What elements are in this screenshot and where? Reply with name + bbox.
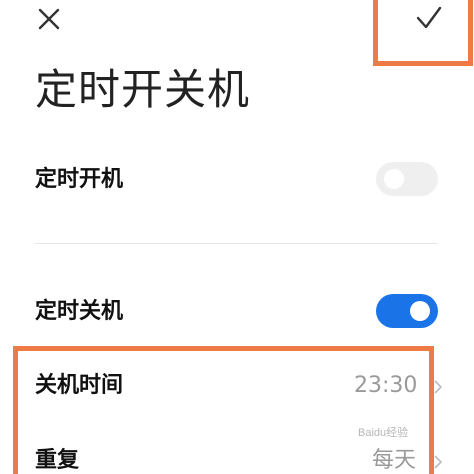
- close-button[interactable]: [30, 4, 70, 36]
- toggle-knob: [384, 169, 404, 189]
- scheduled-power-on-toggle[interactable]: [376, 162, 438, 196]
- page-title: 定时开关机: [35, 65, 251, 114]
- scheduled-power-off-label: 定时关机: [35, 299, 124, 324]
- watermark: Baidu经验: [358, 427, 409, 439]
- check-icon: [416, 6, 442, 29]
- repeat-label[interactable]: 重复: [35, 446, 79, 474]
- shutdown-time-label[interactable]: 关机时间: [35, 371, 123, 401]
- divider: [35, 243, 438, 244]
- chevron-right-icon: [434, 380, 442, 394]
- repeat-value[interactable]: 每天: [372, 446, 416, 474]
- shutdown-time-value[interactable]: 23:30: [354, 371, 417, 401]
- confirm-button[interactable]: [404, 0, 456, 40]
- close-icon: [38, 8, 60, 30]
- toggle-knob: [410, 301, 430, 321]
- phone-screen: 定时开关机 定时开机 定时关机 关机时间 23:30 重复 每天 Baidu经验: [0, 0, 474, 474]
- scheduled-power-off-toggle[interactable]: [376, 294, 438, 328]
- chevron-right-icon: [434, 455, 442, 469]
- scheduled-power-on-label: 定时开机: [35, 167, 124, 192]
